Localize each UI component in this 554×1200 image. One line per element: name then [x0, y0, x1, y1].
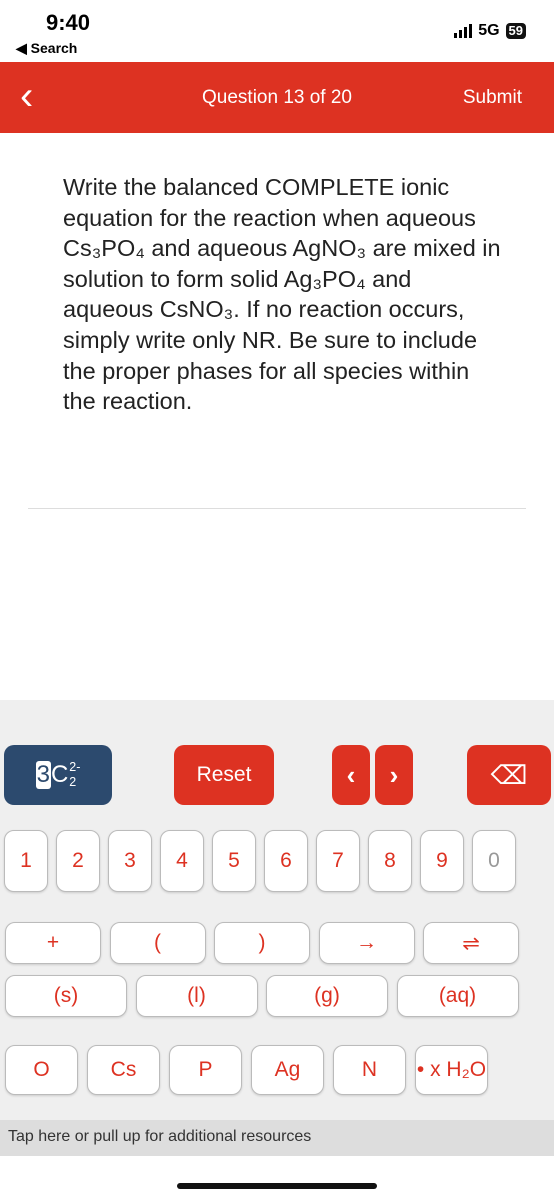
symbol-key[interactable]: + — [5, 922, 101, 964]
phase-key[interactable]: (aq) — [396, 975, 519, 1017]
coefficient-cursor: 3 — [35, 761, 51, 789]
symbol-key[interactable]: ⇌ — [423, 922, 519, 964]
charge: 2- — [69, 760, 81, 774]
phase-key[interactable]: (l) — [135, 975, 258, 1017]
question-text: Write the balanced COMPLETE ionic equati… — [63, 174, 501, 415]
digit-key[interactable]: 9 — [420, 830, 464, 892]
element-key[interactable]: Ag — [251, 1045, 324, 1095]
digit-key[interactable]: 0 — [472, 830, 516, 892]
status-bar: 9:40 ◀ Search 5G 59 — [0, 0, 554, 62]
digit-key[interactable]: 6 — [264, 830, 308, 892]
clock: 9:40 — [46, 10, 91, 35]
symbol-key[interactable]: ( — [109, 922, 206, 964]
digit-key[interactable]: 2 — [56, 830, 100, 892]
additional-resources-bar[interactable]: Tap here or pull up for additional resou… — [0, 1120, 554, 1156]
digit-key[interactable]: 1 — [4, 830, 48, 892]
status-indicators: 5G 59 — [454, 22, 526, 40]
submit-button[interactable]: Submit — [463, 87, 522, 109]
phase-key[interactable]: (s) — [5, 975, 127, 1017]
element-key[interactable]: • x H₂O — [415, 1045, 488, 1095]
answer-input-line[interactable] — [28, 508, 526, 509]
formula-preview-key[interactable]: 3 C 2- 2 — [4, 745, 112, 805]
subscript: 2 — [69, 775, 77, 789]
element-key[interactable]: O — [5, 1045, 78, 1095]
delete-button[interactable]: ⌫ — [467, 745, 551, 805]
phase-key[interactable]: (g) — [266, 975, 388, 1017]
reset-button[interactable]: Reset — [174, 745, 274, 805]
header-bar: ‹ Question 13 of 20 Submit — [0, 62, 554, 133]
digit-key[interactable]: 7 — [316, 830, 360, 892]
network-label: 5G — [478, 22, 500, 39]
home-indicator[interactable] — [177, 1183, 377, 1189]
element-key[interactable]: Cs — [87, 1045, 160, 1095]
signal-icon — [454, 24, 473, 38]
symbol-key[interactable]: → — [318, 922, 415, 964]
cursor-left-button[interactable]: ‹ — [332, 745, 370, 805]
digit-key[interactable]: 4 — [160, 830, 204, 892]
element-key[interactable]: N — [333, 1045, 406, 1095]
element-symbol: C — [50, 761, 69, 788]
cursor-right-button[interactable]: › — [375, 745, 413, 805]
element-key[interactable]: P — [169, 1045, 242, 1095]
digit-key[interactable]: 5 — [212, 830, 256, 892]
digit-key[interactable]: 3 — [108, 830, 152, 892]
digit-key[interactable]: 8 — [368, 830, 412, 892]
battery-icon: 59 — [505, 23, 526, 39]
back-to-search-link[interactable]: ◀ Search — [16, 40, 77, 57]
symbol-key[interactable]: ) — [214, 922, 310, 964]
